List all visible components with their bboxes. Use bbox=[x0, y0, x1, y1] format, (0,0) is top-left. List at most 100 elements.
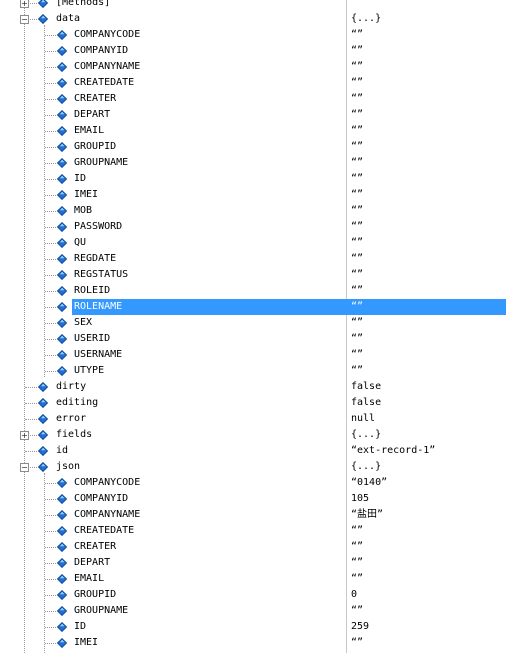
collapse-minus-icon[interactable]: − bbox=[20, 15, 29, 24]
watch-tree-view[interactable]: + [Methods] − data {...} COMPANYCODE “” COMPANY… bbox=[0, 0, 506, 653]
property-name: COMPANYNAME bbox=[74, 61, 141, 72]
tree-row-error[interactable]: error null bbox=[0, 411, 506, 427]
property-diamond-icon bbox=[57, 46, 67, 56]
tree-row-utype[interactable]: UTYPE “” bbox=[0, 363, 506, 379]
tree-branch-line bbox=[45, 483, 56, 484]
property-value: “” bbox=[351, 541, 364, 552]
tree-row-rolename[interactable]: ROLENAME “” bbox=[0, 299, 506, 315]
tree-branch-line bbox=[45, 35, 56, 36]
tree-row-createdate[interactable]: CREATEDATE “” bbox=[0, 75, 506, 91]
tree-row-id[interactable]: ID 259 bbox=[0, 619, 506, 635]
property-diamond-icon bbox=[57, 350, 67, 360]
tree-row-depart[interactable]: DEPART “” bbox=[0, 555, 506, 571]
property-value: “” bbox=[351, 573, 364, 584]
tree-row-groupname[interactable]: GROUPNAME “” bbox=[0, 603, 506, 619]
tree-row-qu[interactable]: QU “” bbox=[0, 235, 506, 251]
property-value: “” bbox=[351, 77, 364, 88]
tree-branch-line bbox=[45, 147, 56, 148]
property-value: “” bbox=[351, 637, 364, 648]
tree-branch-line bbox=[45, 547, 56, 548]
property-value: “” bbox=[351, 157, 364, 168]
tree-row-imei[interactable]: IMEI “” bbox=[0, 635, 506, 651]
tree-row-regstatus[interactable]: REGSTATUS “” bbox=[0, 267, 506, 283]
tree-row-companycode[interactable]: COMPANYCODE “” bbox=[0, 27, 506, 43]
tree-row-groupname[interactable]: GROUPNAME “” bbox=[0, 155, 506, 171]
property-diamond-icon bbox=[57, 478, 67, 488]
property-diamond-icon bbox=[57, 78, 67, 88]
property-diamond-icon bbox=[57, 526, 67, 536]
property-value: {...} bbox=[351, 461, 382, 472]
property-value: “” bbox=[351, 173, 364, 184]
tree-row-companyname[interactable]: COMPANYNAME “盐田” bbox=[0, 507, 506, 523]
tree-row-companyid[interactable]: COMPANYID “” bbox=[0, 43, 506, 59]
property-diamond-icon bbox=[57, 110, 67, 120]
property-diamond-icon bbox=[57, 590, 67, 600]
expand-plus-icon[interactable]: + bbox=[20, 431, 29, 440]
property-name: QU bbox=[74, 237, 87, 248]
tree-branch-line bbox=[45, 99, 56, 100]
tree-row-imei[interactable]: IMEI “” bbox=[0, 187, 506, 203]
tree-row-sex[interactable]: SEX “” bbox=[0, 315, 506, 331]
tree-row-email[interactable]: EMAIL “” bbox=[0, 123, 506, 139]
tree-row-methods[interactable]: + [Methods] bbox=[0, 0, 506, 11]
tree-row-fields[interactable]: + fields {...} bbox=[0, 427, 506, 443]
property-diamond-icon bbox=[38, 446, 48, 456]
tree-row-creater[interactable]: CREATER “” bbox=[0, 91, 506, 107]
tree-branch-line bbox=[45, 83, 56, 84]
property-name: error bbox=[56, 413, 87, 424]
property-diamond-icon bbox=[57, 574, 67, 584]
property-name: json bbox=[56, 461, 81, 472]
tree-row-mob[interactable]: MOB “” bbox=[0, 203, 506, 219]
property-name: COMPANYNAME bbox=[74, 509, 141, 520]
tree-row-json[interactable]: − json {...} bbox=[0, 459, 506, 475]
property-diamond-icon bbox=[57, 30, 67, 40]
tree-branch-line bbox=[25, 419, 37, 420]
property-name: ID bbox=[74, 621, 87, 632]
property-value: 105 bbox=[351, 493, 370, 504]
tree-branch-line bbox=[45, 595, 56, 596]
property-name: COMPANYID bbox=[74, 493, 129, 504]
tree-row-id[interactable]: id “ext-record-1” bbox=[0, 443, 506, 459]
tree-branch-line bbox=[45, 323, 56, 324]
tree-branch-line bbox=[45, 131, 56, 132]
collapse-minus-icon[interactable]: − bbox=[20, 463, 29, 472]
tree-branch-line bbox=[45, 243, 56, 244]
tree-row-editing[interactable]: editing false bbox=[0, 395, 506, 411]
property-value: “盐田” bbox=[351, 509, 384, 520]
tree-row-creater[interactable]: CREATER “” bbox=[0, 539, 506, 555]
property-diamond-icon bbox=[57, 222, 67, 232]
tree-row-groupid[interactable]: GROUPID “” bbox=[0, 139, 506, 155]
tree-row-roleid[interactable]: ROLEID “” bbox=[0, 283, 506, 299]
tree-row-companyname[interactable]: COMPANYNAME “” bbox=[0, 59, 506, 75]
tree-row-groupid[interactable]: GROUPID 0 bbox=[0, 587, 506, 603]
property-diamond-icon bbox=[57, 174, 67, 184]
property-value: “” bbox=[351, 365, 364, 376]
property-diamond-icon bbox=[57, 126, 67, 136]
tree-row-regdate[interactable]: REGDATE “” bbox=[0, 251, 506, 267]
tree-branch-line bbox=[45, 195, 56, 196]
tree-row-companycode[interactable]: COMPANYCODE “0140” bbox=[0, 475, 506, 491]
property-value: “” bbox=[351, 45, 364, 56]
tree-row-dirty[interactable]: dirty false bbox=[0, 379, 506, 395]
property-diamond-icon bbox=[57, 366, 67, 376]
property-name: COMPANYID bbox=[74, 45, 129, 56]
property-name: [Methods] bbox=[56, 0, 111, 8]
property-name: DEPART bbox=[74, 109, 111, 120]
tree-row-email[interactable]: EMAIL “” bbox=[0, 571, 506, 587]
property-name: COMPANYCODE bbox=[74, 29, 141, 40]
tree-row-id[interactable]: ID “” bbox=[0, 171, 506, 187]
tree-row-password[interactable]: PASSWORD “” bbox=[0, 219, 506, 235]
property-name: PASSWORD bbox=[74, 221, 123, 232]
tree-row-username[interactable]: USERNAME “” bbox=[0, 347, 506, 363]
tree-row-createdate[interactable]: CREATEDATE “” bbox=[0, 523, 506, 539]
expand-plus-icon[interactable]: + bbox=[20, 0, 29, 8]
tree-row-data[interactable]: − data {...} bbox=[0, 11, 506, 27]
tree-row-depart[interactable]: DEPART “” bbox=[0, 107, 506, 123]
property-value: 0 bbox=[351, 589, 358, 600]
property-diamond-icon bbox=[57, 190, 67, 200]
tree-row-companyid[interactable]: COMPANYID 105 bbox=[0, 491, 506, 507]
tree-row-userid[interactable]: USERID “” bbox=[0, 331, 506, 347]
property-value: “” bbox=[351, 253, 364, 264]
property-name: GROUPID bbox=[74, 141, 117, 152]
property-diamond-icon bbox=[57, 558, 67, 568]
